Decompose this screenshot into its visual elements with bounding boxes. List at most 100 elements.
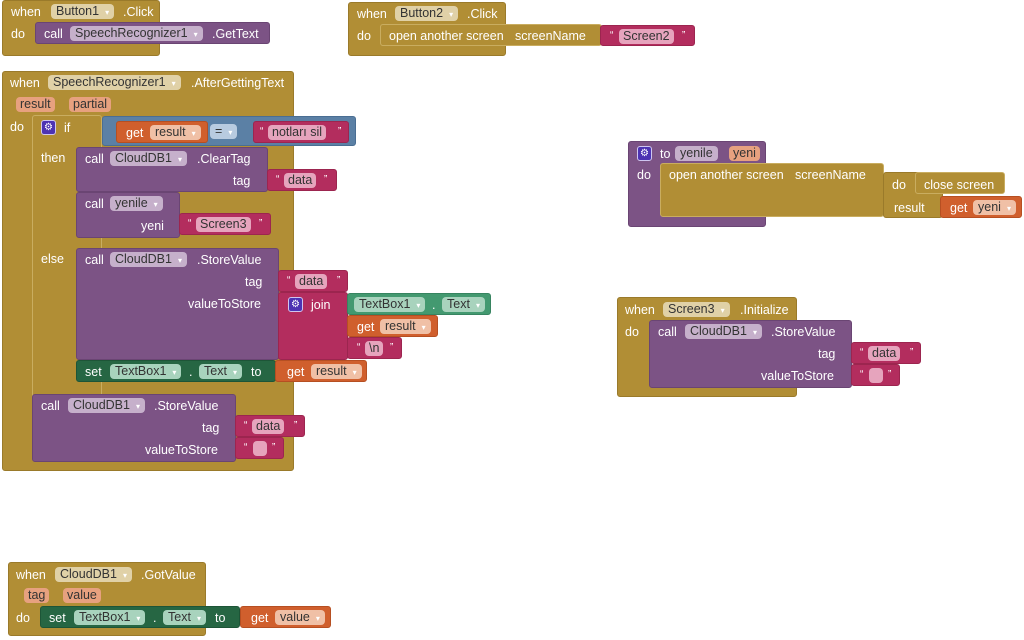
variable-dropdown[interactable]: result ▾ (311, 364, 362, 379)
chevron-down-icon: ▾ (153, 200, 158, 209)
chevron-down-icon: ▾ (177, 256, 182, 265)
text-block-data[interactable]: “ data ” (278, 270, 348, 292)
setter-block-textbox1-text[interactable]: set TextBox1 ▾ . Text ▾ to (76, 360, 276, 382)
result-label: result (894, 201, 925, 215)
text-block-notlari-sil[interactable]: “ notları sil ” (253, 121, 349, 143)
open-another-screen-block[interactable]: open another screen screenName (660, 163, 884, 217)
compare-block[interactable]: get result ▾ = ▾ “ notları sil ” (102, 116, 356, 146)
component-dropdown[interactable]: CloudDB1 ▾ (685, 324, 762, 339)
do-label: do (357, 29, 371, 43)
get-label: get (251, 611, 269, 625)
variable-dropdown[interactable]: value ▾ (275, 610, 325, 625)
gear-icon[interactable]: ⚙ (288, 297, 303, 312)
call-block-storevalue-2[interactable]: call CloudDB1 ▾ .StoreValue tag valueToSt… (32, 394, 236, 462)
close-screen-block[interactable]: close screen (915, 172, 1005, 194)
call-block-storevalue[interactable]: call CloudDB1 ▾ .StoreValue tag valueToSt… (76, 248, 279, 360)
component-dropdown[interactable]: Button1 ▾ (51, 4, 115, 19)
text-value[interactable] (869, 368, 883, 383)
set-label: set (49, 611, 66, 625)
component-dropdown[interactable]: SpeechRecognizer1 ▾ (48, 75, 181, 90)
open-screen-label: open another screen (669, 168, 784, 182)
component-dropdown[interactable]: TextBox1 ▾ (354, 297, 426, 312)
when-label: when (625, 303, 655, 317)
event-name: .Initialize (740, 303, 789, 317)
procedure-dropdown[interactable]: yenile ▾ (110, 196, 163, 211)
quote-open-icon: “ (276, 174, 280, 185)
param-tag[interactable]: tag (24, 588, 50, 603)
text-value[interactable]: Screen3 (196, 217, 251, 232)
quote-close-icon: ” (682, 30, 686, 41)
component-dropdown[interactable]: Button2 ▾ (395, 6, 459, 21)
chevron-down-icon: ▾ (228, 128, 233, 137)
set-label: set (85, 365, 102, 379)
quote-close-icon: ” (337, 275, 341, 286)
text-value[interactable] (253, 441, 267, 456)
param-value[interactable]: value (63, 588, 101, 603)
text-value[interactable]: \n (365, 341, 384, 356)
text-block-screen2[interactable]: “ Screen2 ” (600, 25, 695, 46)
event-name: .GotValue (141, 568, 196, 582)
get-result-block[interactable]: get result ▾ (116, 121, 208, 143)
text-value[interactable]: notları sil (268, 125, 327, 140)
join-block[interactable]: ⚙ join (278, 292, 348, 360)
text-block-data[interactable]: “ data ” (851, 342, 921, 364)
get-result-block[interactable]: get result ▾ (275, 360, 367, 382)
component-dropdown[interactable]: CloudDB1 ▾ (68, 398, 145, 413)
text-block-data[interactable]: “ data ” (267, 169, 337, 191)
call-block-yenile[interactable]: call yenile ▾ yeni (76, 192, 180, 238)
quote-close-icon: ” (888, 369, 892, 380)
get-yeni-block[interactable]: get yeni ▾ (940, 196, 1022, 218)
text-block-data[interactable]: “ data ” (235, 415, 305, 437)
variable-dropdown[interactable]: yeni ▾ (973, 200, 1016, 215)
method-name: .StoreValue (154, 399, 219, 413)
component-dropdown[interactable]: Screen3 ▾ (663, 302, 730, 317)
when-label: when (10, 76, 40, 90)
text-value[interactable]: data (868, 346, 901, 361)
property-dropdown[interactable]: Text ▾ (199, 364, 242, 379)
param-partial[interactable]: partial (69, 97, 112, 112)
getter-block-textbox1-text[interactable]: TextBox1 ▾ . Text ▾ (347, 293, 491, 315)
when-label: when (11, 5, 41, 19)
setter-block-textbox1-text[interactable]: set TextBox1 ▾ . Text ▾ to (40, 606, 240, 628)
text-value[interactable]: Screen2 (619, 29, 674, 44)
gear-icon[interactable]: ⚙ (41, 120, 56, 135)
get-value-block[interactable]: get value ▾ (240, 606, 331, 628)
component-dropdown[interactable]: CloudDB1 ▾ (110, 151, 187, 166)
param-yeni[interactable]: yeni (729, 146, 760, 161)
call-block-storevalue-3[interactable]: call CloudDB1 ▾ .StoreValue tag valueToSt… (649, 320, 852, 388)
do-label: do (892, 178, 906, 192)
component-dropdown[interactable]: CloudDB1 ▾ (110, 252, 187, 267)
text-block-empty[interactable]: “ ” (235, 437, 284, 459)
property-dropdown[interactable]: Text ▾ (163, 610, 206, 625)
quote-close-icon: ” (338, 126, 342, 137)
text-value[interactable]: data (284, 173, 317, 188)
text-block-screen3[interactable]: “ Screen3 ” (179, 213, 271, 235)
text-value[interactable]: data (252, 419, 285, 434)
component-dropdown[interactable]: CloudDB1 ▾ (55, 567, 132, 582)
chevron-down-icon: ▾ (1006, 204, 1011, 213)
variable-dropdown[interactable]: result ▾ (150, 125, 201, 140)
component-dropdown[interactable]: TextBox1 ▾ (74, 610, 146, 625)
chevron-down-icon: ▾ (416, 301, 421, 310)
property-dropdown[interactable]: Text ▾ (442, 297, 485, 312)
call-block-gettext[interactable]: call SpeechRecognizer1 ▾ .GetText (35, 22, 270, 44)
tag-label: tag (233, 174, 251, 188)
open-another-screen-block[interactable]: open another screen screenName (380, 24, 602, 46)
text-block-empty[interactable]: “ ” (851, 364, 900, 386)
procedure-name[interactable]: yenile (675, 146, 718, 161)
text-value[interactable]: data (295, 274, 328, 289)
chevron-down-icon: ▾ (720, 306, 725, 315)
text-block-newline[interactable]: “ \n ” (347, 337, 402, 359)
to-label: to (251, 365, 262, 379)
variable-dropdown[interactable]: result ▾ (380, 319, 431, 334)
value-to-store-label: valueToStore (145, 443, 218, 457)
get-result-block[interactable]: get result ▾ (347, 315, 438, 337)
param-result[interactable]: result (16, 97, 55, 112)
dot-separator: . (432, 298, 436, 312)
chevron-down-icon: ▾ (191, 129, 196, 138)
gear-icon[interactable]: ⚙ (637, 146, 652, 161)
component-dropdown[interactable]: TextBox1 ▾ (110, 364, 182, 379)
operator-dropdown[interactable]: = ▾ (210, 124, 238, 139)
component-dropdown[interactable]: SpeechRecognizer1 ▾ (70, 26, 203, 41)
call-block-cleartag[interactable]: call CloudDB1 ▾ .ClearTag tag (76, 147, 268, 192)
